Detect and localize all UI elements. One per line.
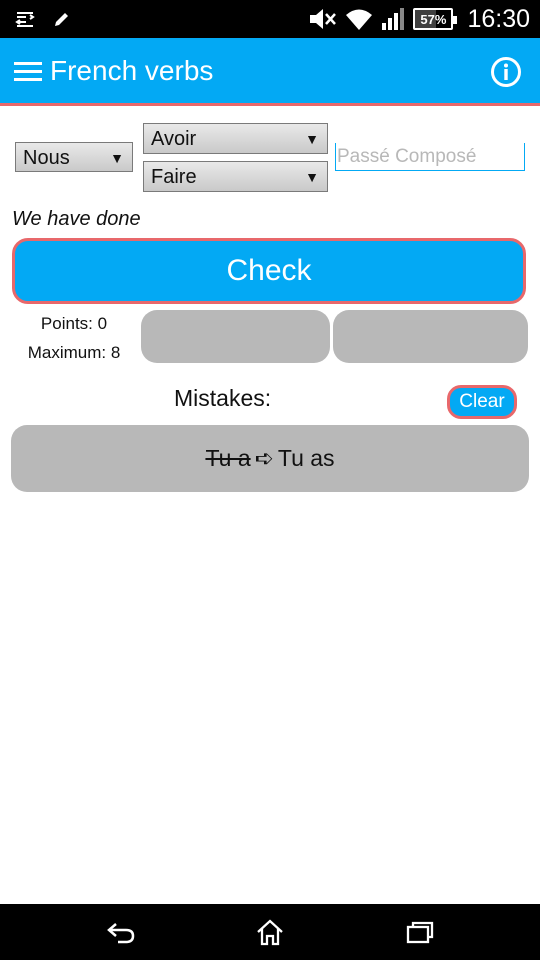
pronoun-select-value: Nous <box>23 147 70 169</box>
mistakes-label: Mistakes: <box>174 385 272 411</box>
back-icon[interactable] <box>106 918 136 946</box>
app-bar: French verbs <box>0 38 540 106</box>
dropdown-arrow-icon: ▼ <box>305 169 319 185</box>
pronoun-select[interactable]: Nous ▼ <box>15 142 133 172</box>
wifi-icon <box>346 9 373 30</box>
status-clock: 16:30 <box>467 4 530 33</box>
mistake-item: Tu a ➪ Tu as <box>11 425 529 492</box>
option-button-1[interactable] <box>141 310 330 363</box>
mistake-wrong-text: Tu a <box>205 445 251 471</box>
data-transfer-icon <box>15 12 35 27</box>
status-left-icons <box>14 7 72 31</box>
verb1-select-value: Avoir <box>151 128 197 150</box>
option-button-2[interactable] <box>333 310 528 363</box>
info-icon[interactable] <box>490 56 522 88</box>
check-button[interactable]: Check <box>12 238 526 304</box>
mistake-correct-text: Tu as <box>277 445 335 471</box>
points-label: Points: 0 <box>40 314 108 333</box>
signal-icon <box>382 8 405 30</box>
maximum-label: Maximum: 8 <box>27 343 121 362</box>
dropdown-arrow-icon: ▼ <box>305 131 319 147</box>
hamburger-menu-icon[interactable] <box>14 60 42 84</box>
arrow-right-icon: ➪ <box>254 445 274 471</box>
pencil-icon <box>55 13 68 26</box>
home-icon[interactable] <box>255 918 285 946</box>
battery-icon: 57% <box>413 8 458 30</box>
status-right-icons: 57% 16:30 <box>307 5 530 33</box>
navigation-bar <box>0 904 540 960</box>
recents-icon[interactable] <box>405 918 435 946</box>
verb2-select-value: Faire <box>151 166 197 188</box>
mute-icon <box>310 9 337 29</box>
app-title: French verbs <box>50 55 214 86</box>
dropdown-arrow-icon: ▼ <box>110 150 124 166</box>
answer-input[interactable] <box>335 143 525 171</box>
verb1-select[interactable]: Avoir ▼ <box>143 123 328 154</box>
translation-text: We have done <box>12 208 141 230</box>
clear-button[interactable]: Clear <box>447 385 517 419</box>
battery-percent: 57% <box>420 11 447 27</box>
verb2-select[interactable]: Faire ▼ <box>143 161 328 192</box>
status-bar: 57% 16:30 <box>0 0 540 38</box>
